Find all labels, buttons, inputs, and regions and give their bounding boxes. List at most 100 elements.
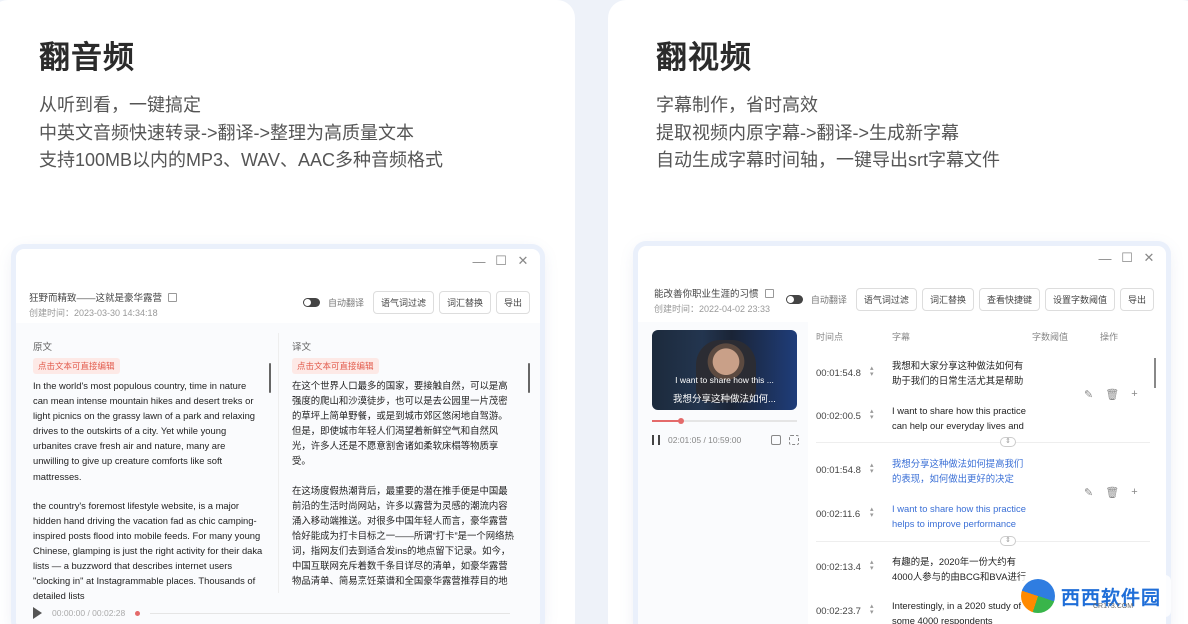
subtitle-toggle-icon[interactable] [771,435,781,445]
row-subtitle[interactable]: I want to share how this practice can he… [892,403,1032,433]
word-threshold-button[interactable]: 设置字数阈值 [1044,288,1115,311]
delete-icon[interactable]: 🗑 [1105,486,1119,499]
minimize-icon[interactable]: — [472,254,486,269]
video-feature-card: 翻视频 字幕制作，省时高效 提取视频内原字幕->翻译->生成新字幕 自动生成字幕… [608,0,1188,624]
filter-fillers-button[interactable]: 语气词过滤 [372,291,434,314]
row-merge-handle[interactable]: ⇕ [1000,536,1016,546]
audio-heading: 翻音频 [39,40,135,75]
row-subtitle[interactable]: 我想和大家分享这种做法如何有助于我们的日常生活尤其是帮助我们工作 [892,358,1032,388]
row-subtitle[interactable]: 我想分享这种做法如何提高我们的表现，如何做出更好的决定（无论大小），如何提高 [892,456,1032,486]
audio-feature-list: 从听到看，一键搞定 中英文音频快速转录->翻译->整理为高质量文本 支持100M… [39,92,443,175]
edit-icon[interactable]: ✎ [1084,486,1093,499]
maximize-icon[interactable]: ☐ [494,253,508,269]
edit-hint-tag: 点击文本可直接编辑 [292,358,379,374]
target-text[interactable]: 在这个世界人口最多的国家，要接触自然，可以是高强度的爬山和沙漠徒步，也可以是去公… [292,378,514,603]
doc-title-text[interactable]: 能改善你职业生涯的习惯 [654,289,759,300]
row-time[interactable]: 00:02:11.6 [816,509,860,520]
row-subtitle[interactable]: Interestingly, in a 2020 study of some 4… [892,598,1032,624]
video-progress[interactable] [652,418,797,424]
maximize-icon[interactable]: ☐ [1120,250,1134,266]
auto-translate-label: 自动翻译 [327,298,364,308]
row-time[interactable]: 00:01:54.8 [816,465,861,476]
audio-feature-card: 翻音频 从听到看，一键搞定 中英文音频快速转录->翻译->整理为高质量文本 支持… [0,0,575,624]
edit-icon[interactable] [764,289,774,298]
auto-translate-toggle[interactable] [785,295,803,304]
target-paragraph[interactable]: 在这个世界人口最多的国家，要接触自然，可以是高强度的爬山和沙漠徒步，也可以是去公… [292,378,514,469]
row-time[interactable]: 00:02:13.4 [816,562,861,573]
time-stepper[interactable]: ▴ ▾ [870,462,874,475]
video-feature-2: 提取视频内原字幕->翻译->生成新字幕 [656,122,960,143]
table-scrollbar[interactable] [1154,358,1156,388]
target-paragraph[interactable]: 在这场度假热潮背后，最重要的潜在推手便是中国最前沿的生活时尚网站，许多以露营为灵… [292,483,514,589]
video-progress-knob[interactable] [678,418,684,424]
row-separator [816,442,1150,443]
export-button[interactable]: 导出 [1119,288,1154,311]
col-threshold: 字数阈值 [1032,332,1069,342]
add-icon[interactable]: + [1131,388,1137,401]
audio-app-window: — ☐ ✕ 狂野而精致——这就是豪华露营 创建时间：2023-03-30 14:… [16,249,540,624]
text-panels: 原文 点击文本可直接编辑 In the world's most populou… [16,323,540,624]
row-separator [816,541,1150,542]
time-stepper[interactable]: ▴ ▾ [870,506,874,519]
time-stepper[interactable]: ▴ ▾ [870,603,874,616]
row-actions: ✎ 🗑 + [1084,388,1138,401]
replace-words-button[interactable]: 词汇替换 [921,288,974,311]
time-stepper[interactable]: ▴ ▾ [870,559,874,572]
play-icon[interactable] [33,607,42,619]
toolbar: 自动翻译 语气词过滤 词汇替换 导出 [302,291,530,314]
doc-title: 狂野而精致——这就是豪华露营 [29,290,178,304]
delete-icon[interactable]: 🗑 [1105,388,1119,401]
shortcuts-button[interactable]: 查看快捷键 [978,288,1040,311]
edit-hint-tag: 点击文本可直接编辑 [33,358,120,374]
target-scrollbar[interactable] [528,363,530,393]
time-stepper[interactable]: ▴ ▾ [870,365,874,378]
row-actions: ✎ 🗑 + [1084,486,1138,499]
auto-translate-toggle[interactable] [302,298,320,307]
filter-fillers-button[interactable]: 语气词过滤 [855,288,917,311]
toolbar: 自动翻译 语气词过滤 词汇替换 查看快捷键 设置字数阈值 导出 [785,288,1154,311]
minimize-icon[interactable]: — [1098,251,1112,266]
pause-icon[interactable] [652,435,660,445]
col-subtitle: 字幕 [892,332,911,342]
video-caption-en: I want to share how this ... [675,375,774,385]
progress-knob[interactable] [135,610,141,616]
created-time: 创建时间：2022-04-02 23:33 [654,304,771,314]
add-icon[interactable]: + [1131,486,1137,499]
doc-title-text[interactable]: 狂野而精致——这就是豪华露营 [29,293,162,304]
row-time[interactable]: 00:02:00.5 [816,411,861,422]
close-icon[interactable]: ✕ [516,253,530,269]
source-label: 原文 [33,342,53,353]
source-paragraph[interactable]: In the world's most populous country, ti… [33,378,263,484]
doc-title: 能改善你职业生涯的习惯 [654,286,774,300]
window-controls: — ☐ ✕ [1098,246,1156,270]
export-button[interactable]: 导出 [495,291,530,314]
row-subtitle[interactable]: 有趣的是，2020年一份大约有4000人参与的由BCG和BVA进行的调查发现，何… [892,554,1032,584]
video-feature-1: 字幕制作，省时高效 [656,95,818,115]
video-preview[interactable]: I want to share how this ... 我想分享这种做法如何.… [652,330,797,410]
watermark-url: CR173.COM [1093,603,1134,610]
edit-icon[interactable] [168,293,178,302]
video-feature-list: 字幕制作，省时高效 提取视频内原字幕->翻译->生成新字幕 自动生成字幕时间轴，… [656,92,1000,175]
source-text[interactable]: In the world's most populous country, ti… [33,378,263,603]
target-label: 译文 [292,342,312,353]
edit-icon[interactable]: ✎ [1084,388,1093,401]
row-subtitle[interactable]: I want to share how this practice helps … [892,501,1032,531]
video-caption-zh: 我想分享这种做法如何... [673,394,776,405]
row-merge-handle[interactable]: ⇕ [1000,437,1016,447]
time-stepper[interactable]: ▴ ▾ [870,408,874,421]
close-icon[interactable]: ✕ [1142,250,1156,266]
progress-track[interactable] [150,612,511,614]
audio-feature-1: 从听到看，一键搞定 [39,95,201,115]
site-watermark: 西西软件园 CR173.COM [1021,575,1171,617]
created-time: 创建时间：2023-03-30 14:34:18 [29,308,158,318]
auto-translate-label: 自动翻译 [810,295,847,305]
fullscreen-icon[interactable] [789,435,799,445]
source-paragraph[interactable]: the country's foremost lifestyle website… [33,498,263,603]
source-scrollbar[interactable] [269,363,271,393]
col-time: 时间点 [816,332,844,342]
replace-words-button[interactable]: 词汇替换 [438,291,491,314]
row-time[interactable]: 00:02:23.7 [816,606,861,617]
col-actions: 操作 [1100,332,1119,342]
row-time[interactable]: 00:01:54.8 [816,368,861,379]
audio-feature-2: 中英文音频快速转录->翻译->整理为高质量文本 [39,122,415,143]
